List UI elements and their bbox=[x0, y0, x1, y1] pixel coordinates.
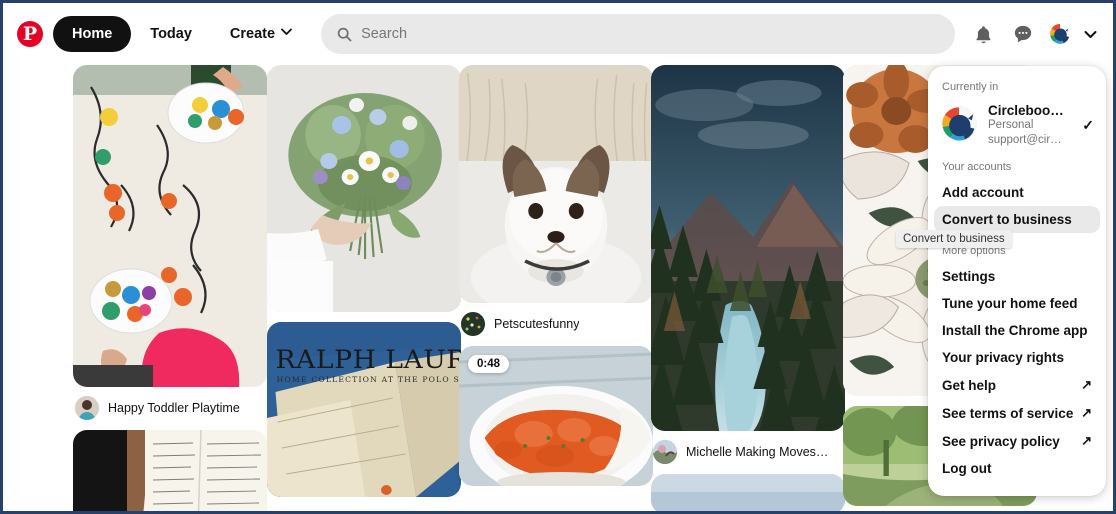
pin-column-2: RALPH LAUREN HOME COLLECTION AT THE POLO… bbox=[267, 65, 461, 507]
menu-item-log-out[interactable]: Log out bbox=[934, 455, 1100, 482]
menu-item-label: Settings bbox=[942, 269, 996, 284]
pin-card[interactable]: RALPH LAUREN HOME COLLECTION AT THE POLO… bbox=[267, 322, 461, 497]
video-duration-badge: 0:48 bbox=[468, 355, 510, 373]
nav-home-label: Home bbox=[72, 26, 113, 42]
nav-create-label: Create bbox=[229, 26, 276, 42]
avatar bbox=[75, 396, 99, 420]
menu-item-label: Convert to business bbox=[942, 212, 1072, 227]
circleboom-logo-icon bbox=[1048, 22, 1072, 46]
pin-image-curry[interactable]: 0:48 bbox=[459, 346, 653, 486]
avatar bbox=[653, 440, 677, 464]
menu-item-convert-to-business[interactable]: Convert to business bbox=[934, 206, 1100, 233]
account-chevron-down-icon[interactable] bbox=[1077, 14, 1103, 54]
pin-card[interactable]: Petscutesfunny bbox=[459, 65, 653, 336]
pin-image-notebook[interactable] bbox=[73, 430, 267, 511]
pin-card[interactable] bbox=[651, 474, 845, 511]
pin-author-row[interactable]: Happy Toddler Playtime bbox=[73, 387, 267, 420]
menu-item-label: Install the Chrome app bbox=[942, 323, 1088, 338]
pinterest-logo-icon[interactable]: P bbox=[17, 21, 43, 47]
pin-column-3: Petscutesfunny 0:48 bbox=[459, 65, 653, 496]
menu-item-tune-home-feed[interactable]: Tune your home feed bbox=[934, 290, 1100, 317]
pin-image-bouquet[interactable] bbox=[267, 65, 461, 312]
avatar bbox=[461, 312, 485, 336]
pin-card[interactable]: 0:48 bbox=[459, 346, 653, 486]
pin-card[interactable]: Michelle Making Moves… bbox=[651, 65, 845, 464]
your-accounts-label: Your accounts bbox=[942, 161, 1012, 173]
tooltip-convert-to-business: Convert to business bbox=[896, 230, 1012, 248]
search-placeholder-text: Search bbox=[361, 26, 408, 42]
pin-card[interactable]: Happy Toddler Playtime bbox=[73, 65, 267, 420]
external-link-icon: ↗ bbox=[1081, 405, 1092, 420]
svg-text:RALPH LAUREN: RALPH LAUREN bbox=[276, 346, 461, 375]
notifications-bell-icon[interactable] bbox=[963, 14, 1003, 54]
external-link-icon: ↗ bbox=[1081, 433, 1092, 448]
menu-item-your-privacy-rights[interactable]: Your privacy rights bbox=[934, 344, 1100, 371]
menu-item-get-help[interactable]: Get help ↗ bbox=[934, 371, 1100, 399]
account-avatar-icon[interactable] bbox=[1043, 17, 1077, 51]
menu-item-label: See privacy policy bbox=[942, 433, 1060, 449]
account-dropdown-menu: Currently in Circleboo… Personal support… bbox=[928, 66, 1106, 496]
pin-author-label: Petscutesfunny bbox=[494, 317, 580, 331]
current-account-name: Circleboo… bbox=[988, 103, 1064, 118]
pin-card[interactable] bbox=[73, 430, 267, 511]
pin-card[interactable] bbox=[267, 65, 461, 312]
nav-home-button[interactable]: Home bbox=[53, 16, 132, 52]
menu-item-label: Your privacy rights bbox=[942, 350, 1065, 365]
browser-viewport: P Home Today Create Search Happy Toddler… bbox=[0, 0, 1116, 514]
search-icon bbox=[337, 27, 352, 42]
pinterest-header: P Home Today Create Search bbox=[3, 3, 1113, 65]
menu-item-install-chrome-app[interactable]: Install the Chrome app bbox=[934, 317, 1100, 344]
menu-item-label: Get help bbox=[942, 377, 997, 393]
circleboom-logo-icon bbox=[940, 105, 978, 143]
menu-item-settings[interactable]: Settings bbox=[934, 263, 1100, 290]
pin-image-puppy[interactable] bbox=[459, 65, 653, 303]
menu-item-label: Tune your home feed bbox=[942, 296, 1078, 311]
nav-create-button[interactable]: Create bbox=[211, 16, 311, 52]
external-link-icon: ↗ bbox=[1081, 377, 1092, 392]
pin-column-1: Happy Toddler Playtime bbox=[73, 65, 267, 511]
pin-author-row[interactable]: Petscutesfunny bbox=[459, 303, 653, 336]
currently-in-label: Currently in bbox=[942, 81, 999, 93]
current-account-email: support@cir… bbox=[988, 134, 1062, 146]
menu-item-add-account[interactable]: Add account bbox=[934, 179, 1100, 206]
current-account-row[interactable]: Circleboo… Personal support@cir… ✓ bbox=[928, 99, 1106, 158]
pin-column-4: Michelle Making Moves… bbox=[651, 65, 845, 511]
pin-author-row[interactable]: Michelle Making Moves… bbox=[651, 431, 845, 464]
menu-item-see-terms-of-service[interactable]: See terms of service ↗ bbox=[934, 399, 1100, 427]
nav-today-button[interactable]: Today bbox=[131, 16, 211, 52]
pin-image-mountain-river[interactable] bbox=[651, 65, 845, 431]
menu-item-label: See terms of service bbox=[942, 405, 1074, 421]
messages-icon[interactable] bbox=[1003, 14, 1043, 54]
check-icon: ✓ bbox=[1082, 117, 1094, 133]
menu-item-label: Log out bbox=[942, 461, 992, 476]
current-account-info: Circleboo… Personal support@cir… bbox=[988, 103, 1072, 148]
chevron-down-icon bbox=[281, 28, 292, 39]
pin-author-label: Happy Toddler Playtime bbox=[108, 401, 240, 415]
menu-item-label: Add account bbox=[942, 185, 1024, 200]
pin-image-toddler-craft[interactable] bbox=[73, 65, 267, 387]
pin-author-label: Michelle Making Moves… bbox=[686, 445, 829, 459]
svg-text:HOME COLLECTION AT THE POLO ST: HOME COLLECTION AT THE POLO STORE bbox=[277, 375, 461, 384]
search-input[interactable]: Search bbox=[321, 14, 955, 54]
pin-image-ralph-lauren[interactable]: RALPH LAUREN HOME COLLECTION AT THE POLO… bbox=[267, 322, 461, 497]
pin-image-partial[interactable] bbox=[651, 474, 845, 511]
nav-today-label: Today bbox=[150, 26, 192, 42]
menu-item-see-privacy-policy[interactable]: See privacy policy ↗ bbox=[934, 427, 1100, 455]
current-account-type: Personal bbox=[988, 119, 1034, 131]
